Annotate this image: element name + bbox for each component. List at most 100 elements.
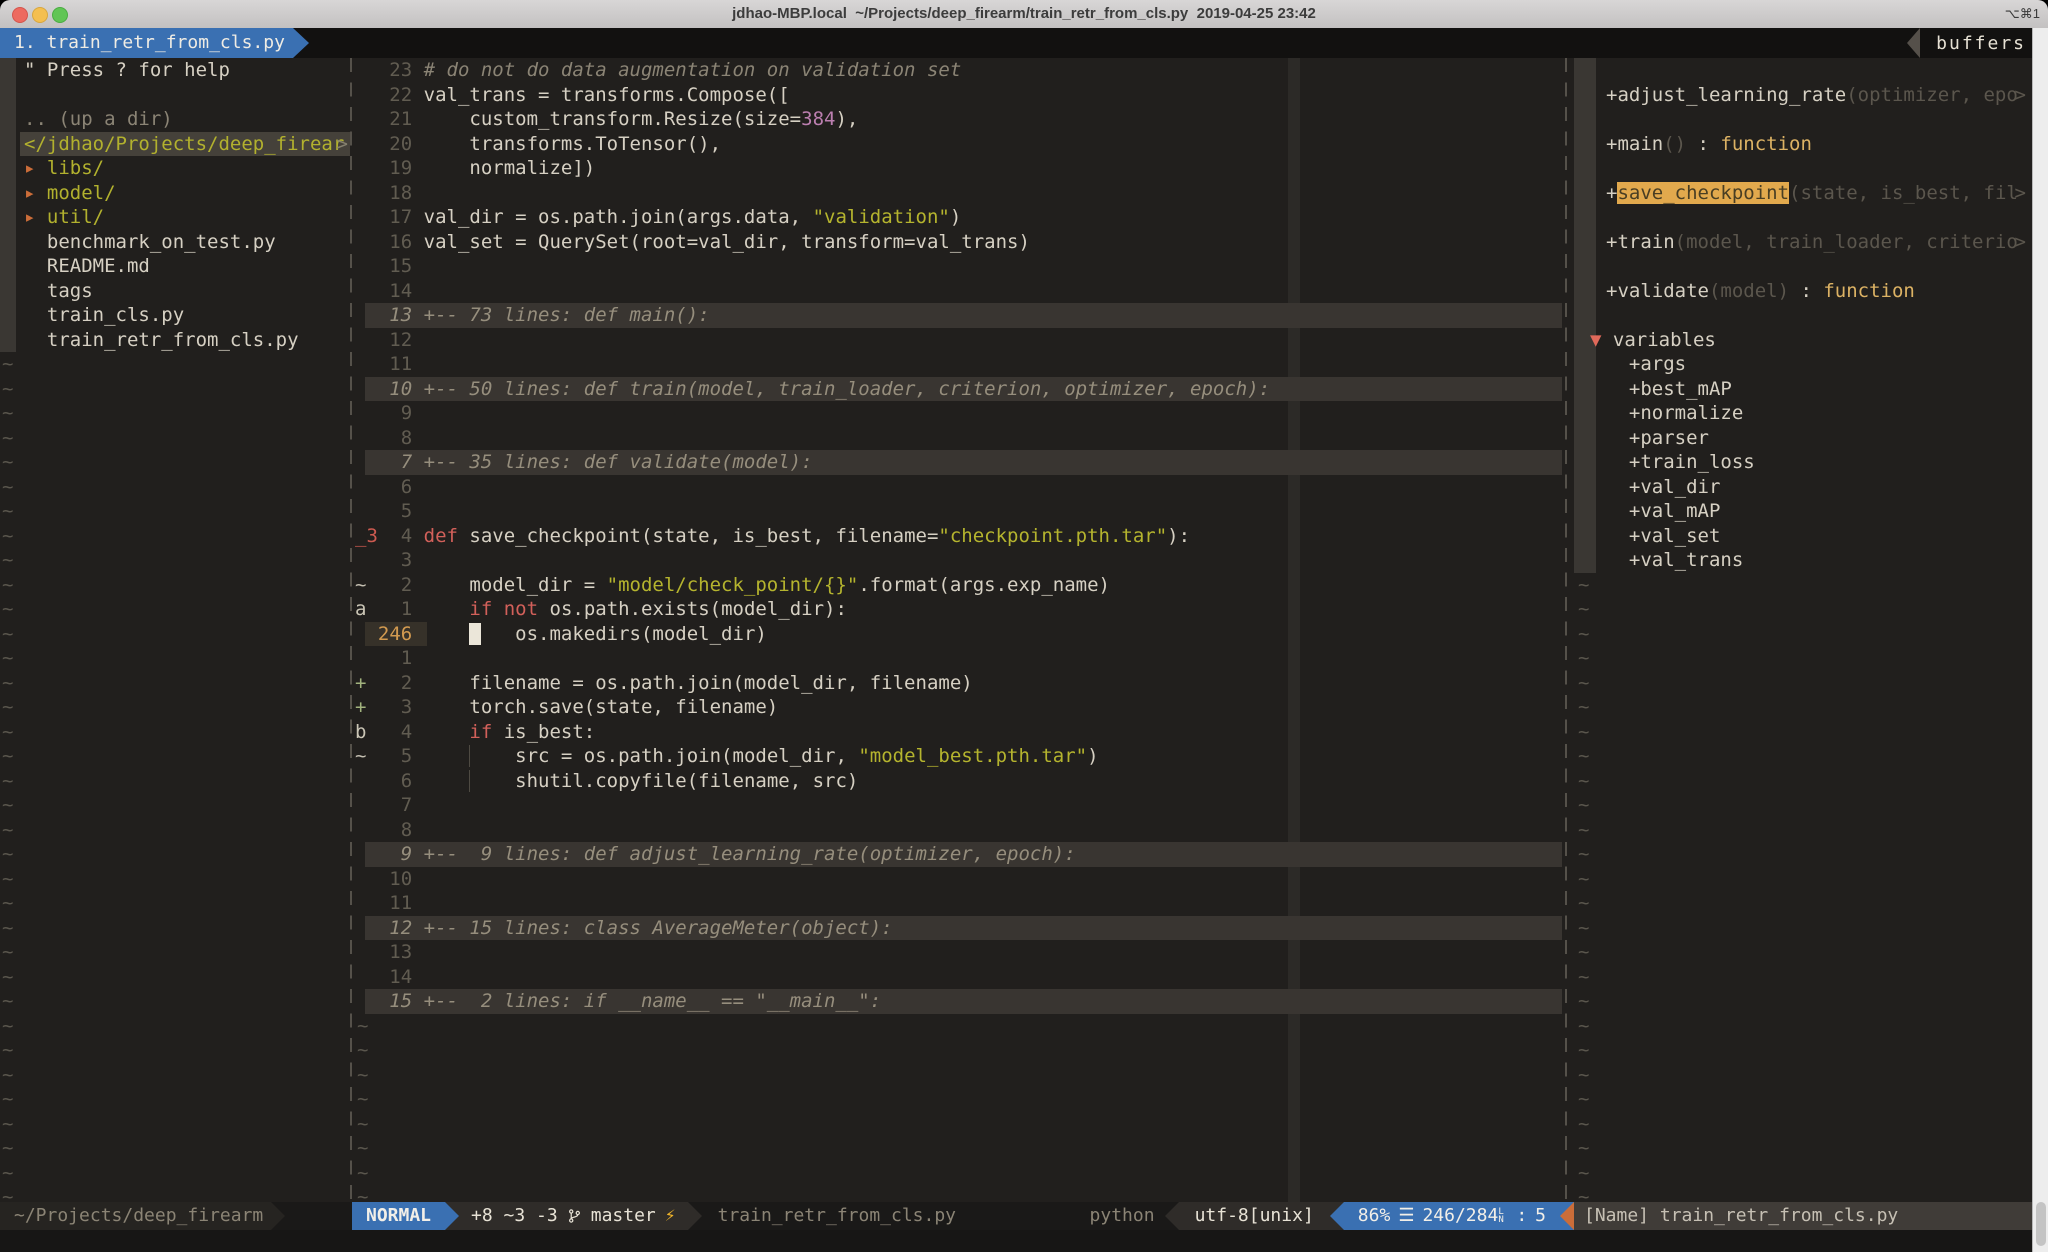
tab-active[interactable]: 1. train_retr_from_cls.py	[0, 28, 309, 58]
code-line[interactable]: 15	[355, 254, 1562, 279]
tree-item[interactable]: ▸ util/	[0, 205, 350, 230]
gutter-sign: ~	[355, 744, 378, 769]
tree-item[interactable]: train_retr_from_cls.py	[0, 328, 350, 353]
tag-item[interactable]	[1572, 254, 2032, 279]
code-line[interactable]: 7	[355, 793, 1562, 818]
text-segment: +main	[1606, 133, 1663, 155]
code-line[interactable]: 5	[355, 499, 1562, 524]
tag-item[interactable]: +normalize	[1572, 401, 2032, 426]
command-line[interactable]	[0, 1230, 2048, 1252]
code-line[interactable]: 22val_trans = transforms.Compose([	[355, 83, 1562, 108]
code-line[interactable]: ~5 src = os.path.join(model_dir, "model_…	[355, 744, 1562, 769]
code-line[interactable]: b4 if is_best:	[355, 720, 1562, 745]
tag-item[interactable]: +val_dir	[1572, 475, 2032, 500]
code-line[interactable]: 8	[355, 818, 1562, 843]
empty-line: ~	[1572, 940, 2032, 965]
tag-item[interactable]: +adjust_learning_rate(optimizer, epo>	[1572, 83, 2032, 108]
fold-line[interactable]: 12+-- 15 lines: class AverageMeter(objec…	[355, 916, 1562, 941]
code-line[interactable]: 14	[355, 965, 1562, 990]
code-line[interactable]: 20 transforms.ToTensor(),	[355, 132, 1562, 157]
tree-item[interactable]: benchmark_on_test.py	[0, 230, 350, 255]
scrollbar-thumb[interactable]	[2036, 1202, 2046, 1246]
tag-item[interactable]: +val_mAP	[1572, 499, 2032, 524]
column-number: 5	[1535, 1202, 1546, 1230]
code-line[interactable]: 23# do not do data augmentation on valid…	[355, 58, 1562, 83]
fold-line[interactable]: 13+-- 73 lines: def main():	[355, 303, 1562, 328]
scrollbar-track[interactable]	[2032, 28, 2048, 1252]
code-line[interactable]: 17val_dir = os.path.join(args.data, "val…	[355, 205, 1562, 230]
tree-item[interactable]: ▸ model/	[0, 181, 350, 206]
code-line[interactable]: 12	[355, 328, 1562, 353]
tag-item[interactable]	[1572, 58, 2032, 83]
tree-item[interactable]: README.md	[0, 254, 350, 279]
tree-item[interactable]: </jdhao/Projects/deep_firear>	[0, 132, 350, 157]
code-line[interactable]: 19 normalize])	[355, 156, 1562, 181]
line-number: 9	[378, 842, 412, 867]
text-segment: util/	[47, 206, 104, 228]
text-segment	[469, 770, 480, 792]
tree-item[interactable]: tags	[0, 279, 350, 304]
code-line[interactable]: ~2 model_dir = "model/check_point/{}".fo…	[355, 573, 1562, 598]
code-line[interactable]: 10	[355, 867, 1562, 892]
empty-line: ~	[0, 377, 350, 402]
text-segment: .format(args.exp_name)	[858, 574, 1110, 596]
tag-item[interactable]: +val_set	[1572, 524, 2032, 549]
tag-item[interactable]: +val_trans	[1572, 548, 2032, 573]
line-number: 9	[378, 401, 412, 426]
empty-line: ~	[0, 940, 350, 965]
code-line[interactable]: 16val_set = QuerySet(root=val_dir, trans…	[355, 230, 1562, 255]
text-segment: (state, is_best, fil	[1789, 182, 2018, 204]
tag-item[interactable]: +train_loss	[1572, 450, 2032, 475]
tag-item[interactable]: +parser	[1572, 426, 2032, 451]
line-number: 14	[378, 279, 412, 304]
code-line[interactable]: 13	[355, 940, 1562, 965]
tag-item[interactable]: +main() : function	[1572, 132, 2032, 157]
gutter-column	[355, 83, 378, 108]
tag-item[interactable]: +args	[1572, 352, 2032, 377]
tree-item[interactable]: " Press ? for help	[0, 58, 350, 83]
buffers-indicator[interactable]: buffers	[1907, 28, 2032, 58]
fold-line[interactable]: 15+-- 2 lines: if __name__ == "__main__"…	[355, 989, 1562, 1014]
code-line[interactable]: 21 custom_transform.Resize(size=384),	[355, 107, 1562, 132]
tree-item[interactable]: train_cls.py	[0, 303, 350, 328]
code-line[interactable]: _34def save_checkpoint(state, is_best, f…	[355, 524, 1562, 549]
tag-item[interactable]: ▼ variables	[1572, 328, 2032, 353]
window-separator-left[interactable]	[350, 58, 352, 1202]
code-line[interactable]: 11	[355, 891, 1562, 916]
text-segment: filename = os.path.join(model_dir, filen…	[424, 672, 973, 694]
empty-line: ~	[1572, 891, 2032, 916]
code-line[interactable]: 9	[355, 401, 1562, 426]
code-line[interactable]: +2 filename = os.path.join(model_dir, fi…	[355, 671, 1562, 696]
code-line[interactable]: +3 torch.save(state, filename)	[355, 695, 1562, 720]
code-line[interactable]: 3	[355, 548, 1562, 573]
code-line[interactable]: 11	[355, 352, 1562, 377]
code-line[interactable]: 14	[355, 279, 1562, 304]
code-line[interactable]: 1	[355, 646, 1562, 671]
tree-item[interactable]: ▸ libs/	[0, 156, 350, 181]
window-separator-right[interactable]	[1565, 58, 1567, 1202]
tag-item[interactable]: +save_checkpoint(state, is_best, fil>	[1572, 181, 2032, 206]
gutter-column	[355, 891, 378, 916]
tag-item[interactable]	[1572, 156, 2032, 181]
code-line[interactable]: 6 shutil.copyfile(filename, src)	[355, 769, 1562, 794]
fold-line[interactable]: 9+-- 9 lines: def adjust_learning_rate(o…	[355, 842, 1562, 867]
tag-item[interactable]	[1572, 205, 2032, 230]
tree-item[interactable]: .. (up a dir)	[0, 107, 350, 132]
tag-item[interactable]: +train(model, train_loader, criterio>	[1572, 230, 2032, 255]
tag-item[interactable]	[1572, 107, 2032, 132]
line-number: 13	[378, 303, 412, 328]
tag-item[interactable]: +validate(model) : function	[1572, 279, 2032, 304]
fold-line[interactable]: 10+-- 50 lines: def train(model, train_l…	[355, 377, 1562, 402]
fold-line[interactable]: 7+-- 35 lines: def validate(model):	[355, 450, 1562, 475]
tag-item[interactable]: +best_mAP	[1572, 377, 2032, 402]
code-line[interactable]: 246 os.makedirs(model_dir)	[355, 622, 1562, 647]
code-line[interactable]: 18	[355, 181, 1562, 206]
position-separator: :	[1516, 1202, 1527, 1230]
code-line[interactable]: 8	[355, 426, 1562, 451]
code-line[interactable]: 6	[355, 475, 1562, 500]
tree-item[interactable]	[0, 83, 350, 108]
empty-line: ~	[0, 1185, 350, 1202]
code-line[interactable]: a1 if not os.path.exists(model_dir):	[355, 597, 1562, 622]
tag-item[interactable]	[1572, 303, 2032, 328]
empty-line: ~	[1572, 1087, 2032, 1112]
